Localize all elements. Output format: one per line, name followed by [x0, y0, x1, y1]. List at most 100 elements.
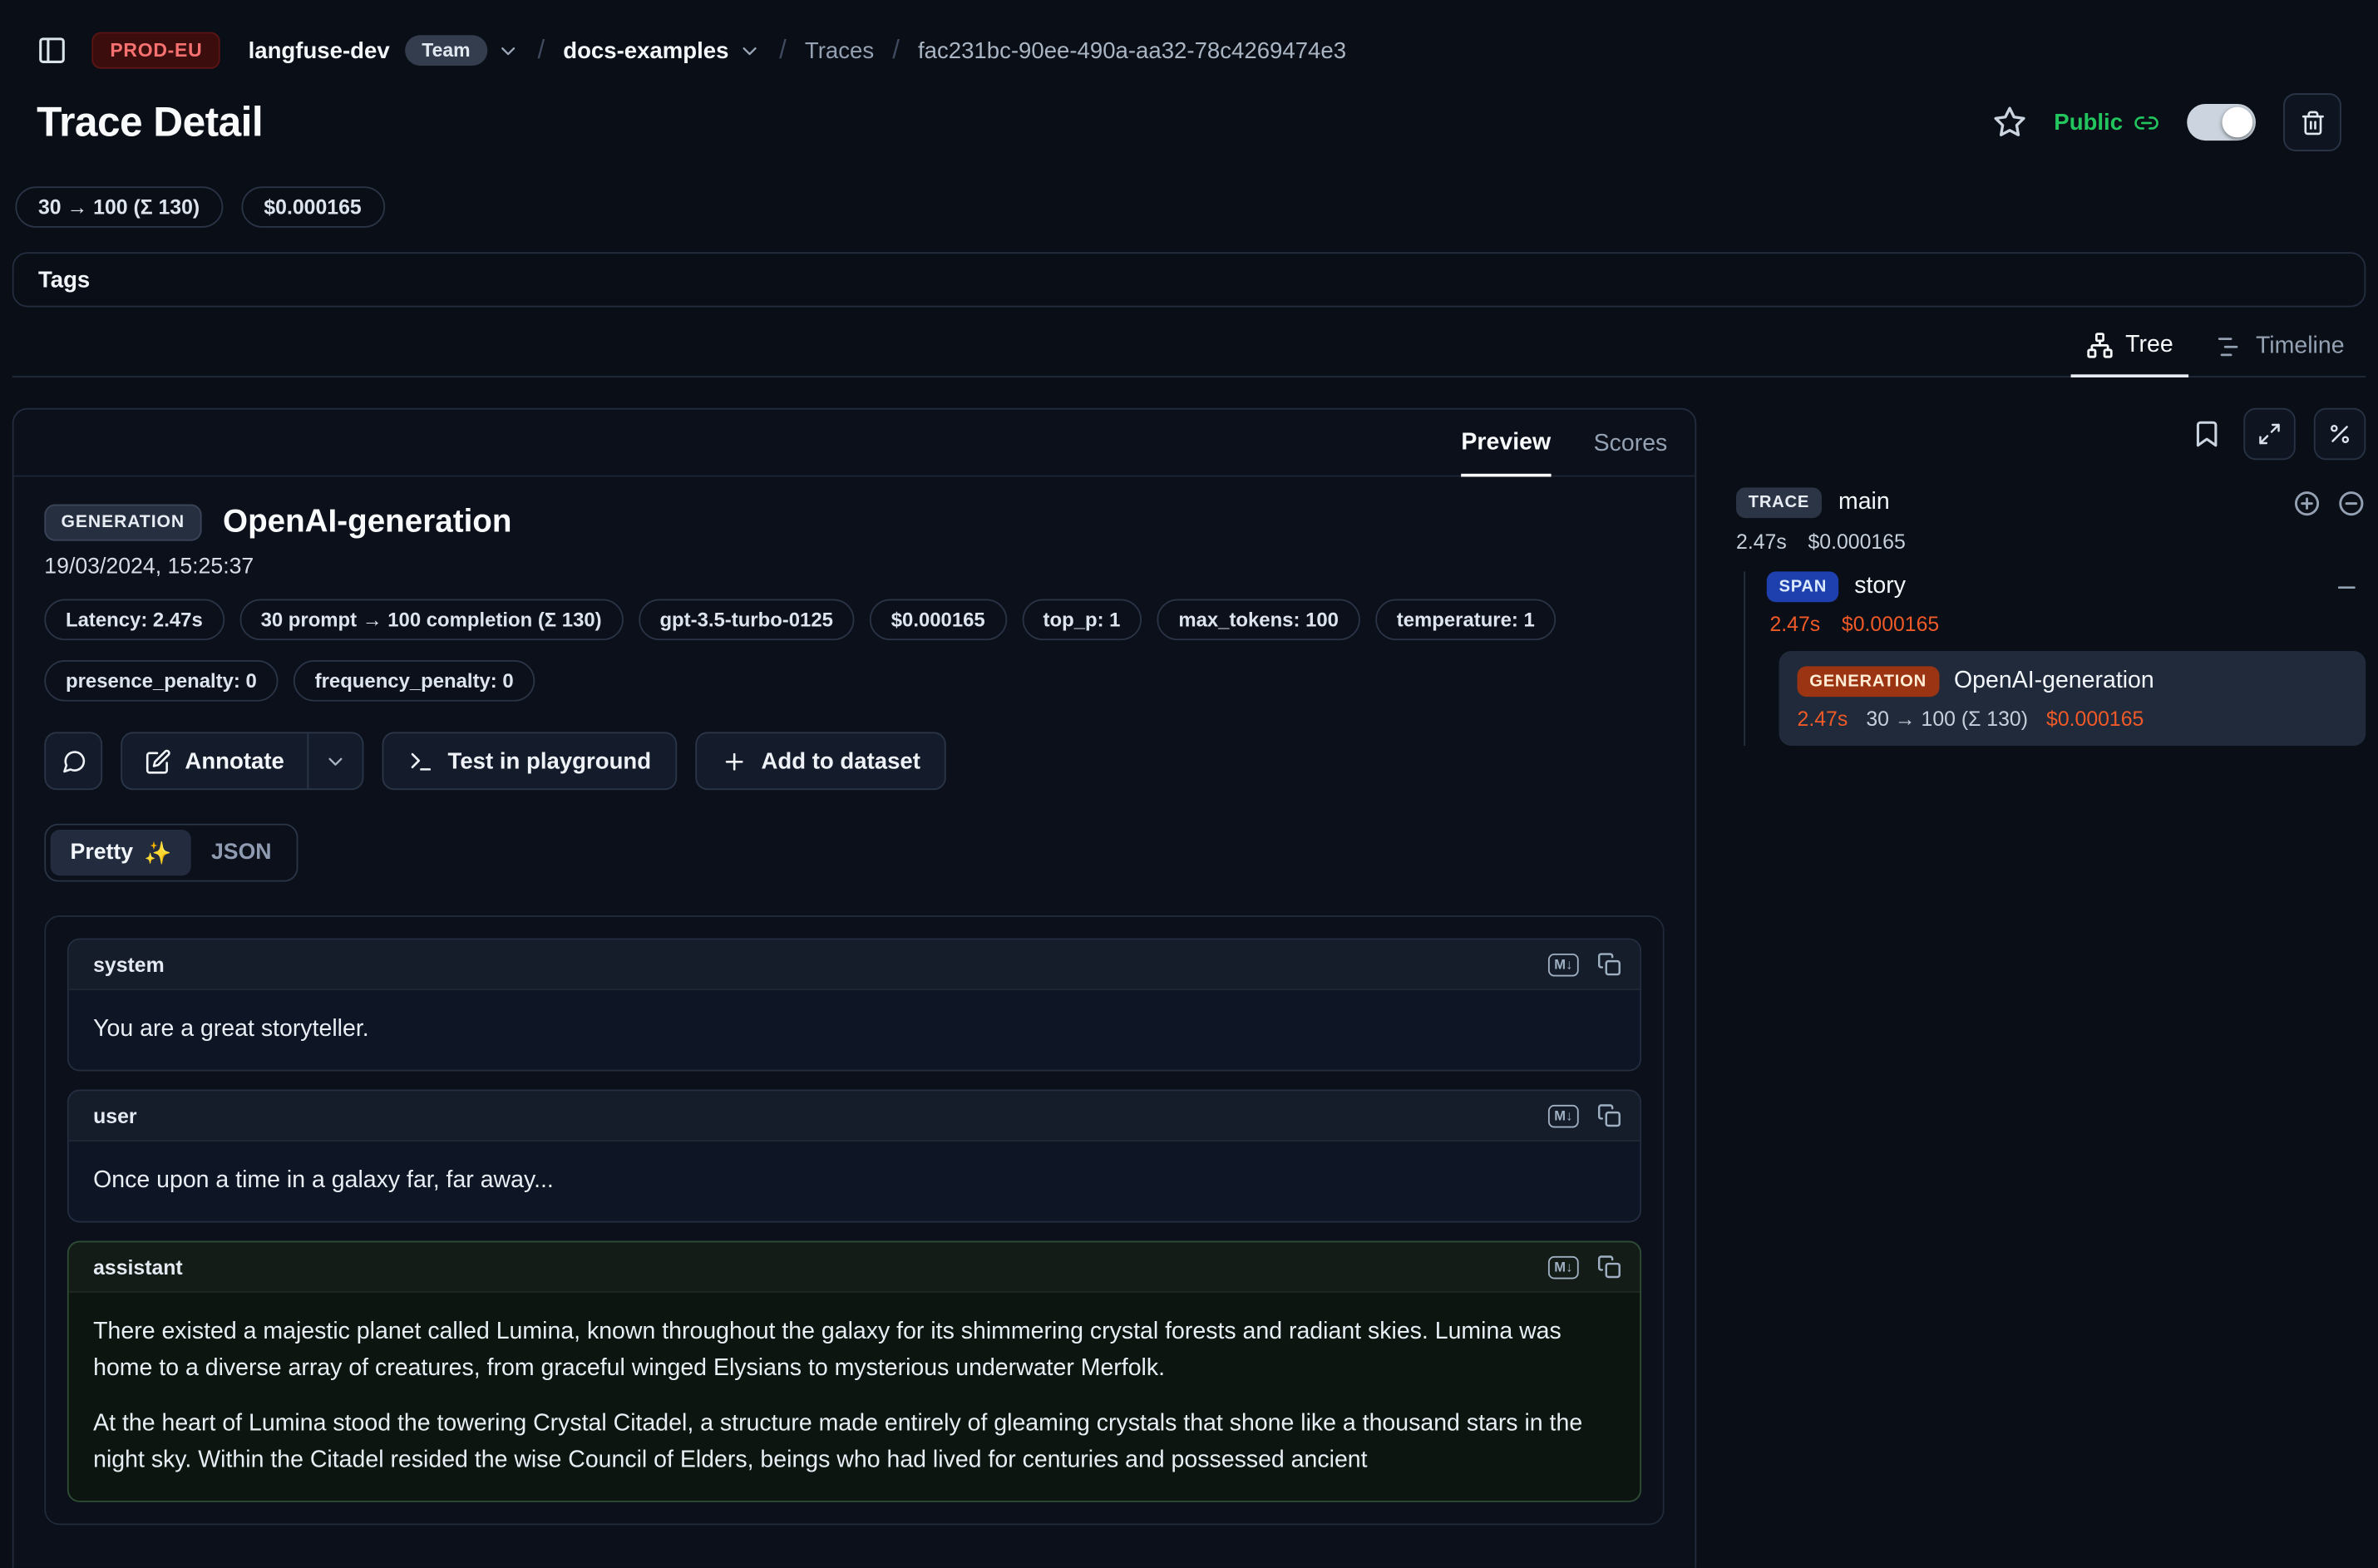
- public-label: Public: [2054, 109, 2123, 135]
- copy-button[interactable]: [1597, 952, 1621, 976]
- json-label: JSON: [211, 841, 272, 865]
- top-p-pill: top_p: 1: [1022, 599, 1142, 641]
- tab-preview[interactable]: Preview: [1461, 429, 1551, 476]
- timeline-icon: [2216, 333, 2243, 360]
- markdown-toggle-icon[interactable]: M↓: [1548, 1104, 1579, 1127]
- actions-row: Annotate Test in playground Add to datas…: [44, 732, 1664, 790]
- trace-badge: TRACE: [1736, 487, 1822, 518]
- format-pretty-segment[interactable]: Pretty ✨: [51, 830, 191, 875]
- observation-header: GENERATION OpenAI-generation: [44, 505, 1664, 541]
- org-selector[interactable]: langfuse-dev Team: [221, 35, 520, 66]
- messages-container: system M↓ You are a great storyteller.: [44, 915, 1664, 1526]
- sidebar-toggle-button[interactable]: [37, 35, 67, 66]
- generation-badge: GENERATION: [1798, 666, 1939, 697]
- message-header: assistant M↓: [69, 1242, 1640, 1293]
- message-paragraph: At the heart of Lumina stood the towerin…: [93, 1406, 1616, 1479]
- trace-metrics: 2.47s $0.000165: [1736, 530, 2366, 554]
- message-user: user M↓ Once upon a time in a galaxy far…: [67, 1090, 1641, 1223]
- max-tokens-pill: max_tokens: 100: [1157, 599, 1360, 641]
- public-link[interactable]: Public: [2054, 109, 2159, 135]
- generation-cost: $0.000165: [2046, 708, 2144, 731]
- tab-timeline[interactable]: Timeline: [2201, 323, 2360, 376]
- message-paragraph: You are a great storyteller.: [93, 1012, 1616, 1048]
- span-name: story: [1854, 573, 1906, 600]
- tab-tree[interactable]: Tree: [2070, 323, 2188, 377]
- message-content: Once upon a time in a galaxy far, far aw…: [69, 1141, 1640, 1221]
- format-toggle: Pretty ✨ JSON: [44, 824, 298, 882]
- panel-tabs: Preview Scores: [14, 410, 1695, 477]
- bookmark-star-button[interactable]: [1993, 106, 2026, 139]
- latency-pill: Latency: 2.47s: [44, 599, 224, 641]
- observation-params-row-1: Latency: 2.47s 30 prompt → 100 completio…: [44, 599, 1664, 641]
- chevron-down-icon: [496, 39, 520, 62]
- token-usage-pill: 30 → 100 (Σ 130): [15, 186, 222, 228]
- minus-circle-icon[interactable]: [2336, 488, 2366, 517]
- tab-tree-label: Tree: [2125, 332, 2173, 359]
- collapse-node-button[interactable]: [2334, 574, 2360, 599]
- title-actions: Public: [1993, 93, 2341, 151]
- message-header-icons: M↓: [1548, 1103, 1621, 1127]
- generation-tokens: 30 → 100 (Σ 130): [1866, 708, 2028, 731]
- markdown-toggle-icon[interactable]: M↓: [1548, 1255, 1579, 1279]
- trace-tree-panel: TRACE main 2.47s $0.000165 SPAN story: [1696, 408, 2366, 1568]
- tree-zoom-controls: [2292, 488, 2366, 517]
- test-in-playground-button[interactable]: Test in playground: [382, 732, 678, 790]
- plus-circle-icon[interactable]: [2292, 488, 2321, 517]
- message-system: system M↓ You are a great storyteller.: [67, 939, 1641, 1072]
- expand-icon: [2257, 422, 2282, 446]
- temperature-pill: temperature: 1: [1375, 599, 1556, 641]
- star-icon: [1993, 106, 2026, 139]
- breadcrumb-separator: /: [537, 35, 545, 66]
- add-to-dataset-button[interactable]: Add to dataset: [695, 732, 946, 790]
- message-header-icons: M↓: [1548, 952, 1621, 976]
- observation-body: GENERATION OpenAI-generation 19/03/2024,…: [14, 476, 1695, 1567]
- minus-icon: [2334, 574, 2360, 599]
- chevron-down-icon: [324, 750, 348, 773]
- trace-id: fac231bc-90ee-490a-aa32-78c4269474e3: [918, 37, 1346, 63]
- tags-section[interactable]: Tags: [12, 252, 2366, 307]
- org-plan-badge: Team: [405, 35, 487, 66]
- tree-node-generation-selected[interactable]: GENERATION OpenAI-generation 2.47s 30 → …: [1779, 651, 2366, 746]
- project-selector[interactable]: docs-examples: [563, 37, 761, 63]
- delete-trace-button[interactable]: [2283, 93, 2341, 151]
- annotate-dropdown-button[interactable]: [307, 733, 362, 788]
- copy-icon: [1597, 1103, 1621, 1127]
- annotate-button[interactable]: Annotate: [122, 733, 307, 788]
- chevron-down-icon: [738, 39, 761, 62]
- generation-latency: 2.47s: [1798, 708, 1848, 731]
- bookmark-button[interactable]: [2192, 419, 2223, 450]
- comment-button[interactable]: [44, 732, 102, 790]
- top-bar: PROD-EU langfuse-dev Team / docs-example…: [12, 27, 2366, 153]
- tree-node-trace[interactable]: TRACE main: [1736, 487, 2366, 518]
- message-paragraph: There existed a majestic planet called L…: [93, 1314, 1616, 1388]
- traces-link[interactable]: Traces: [805, 37, 874, 63]
- show-metrics-button[interactable]: [2314, 408, 2366, 460]
- markdown-toggle-icon[interactable]: M↓: [1548, 953, 1579, 976]
- copy-button[interactable]: [1597, 1103, 1621, 1127]
- expand-all-button[interactable]: [2243, 408, 2295, 460]
- observation-timestamp: 19/03/2024, 15:25:37: [44, 555, 1664, 579]
- tab-scores[interactable]: Scores: [1594, 431, 1668, 475]
- tab-timeline-label: Timeline: [2256, 333, 2345, 360]
- copy-icon: [1597, 952, 1621, 976]
- tree-node-span[interactable]: SPAN story: [1767, 571, 2366, 602]
- span-badge: SPAN: [1767, 571, 1839, 602]
- public-toggle[interactable]: [2187, 104, 2256, 141]
- copy-button[interactable]: [1597, 1255, 1621, 1279]
- trace-cost: $0.000165: [1808, 530, 1905, 554]
- content-area: Preview Scores GENERATION OpenAI-generat…: [12, 408, 2366, 1568]
- message-header: system M↓: [69, 939, 1640, 990]
- span-metrics: 2.47s $0.000165: [1769, 613, 2366, 636]
- span-latency: 2.47s: [1769, 613, 1820, 636]
- title-row: Trace Detail Public: [37, 91, 2341, 153]
- environment-badge: PROD-EU: [91, 32, 220, 69]
- trace-name: main: [1838, 489, 1890, 516]
- breadcrumb-separator: /: [892, 35, 900, 66]
- plus-icon: [722, 748, 747, 774]
- link-icon: [2134, 109, 2159, 135]
- observation-params-row-2: presence_penalty: 0 frequency_penalty: 0: [44, 660, 1664, 702]
- generation-name: OpenAI-generation: [1954, 668, 2154, 695]
- cost-pill: $0.000165: [870, 599, 1006, 641]
- generation-row: GENERATION OpenAI-generation: [1798, 666, 2348, 697]
- format-json-segment[interactable]: JSON: [191, 830, 291, 875]
